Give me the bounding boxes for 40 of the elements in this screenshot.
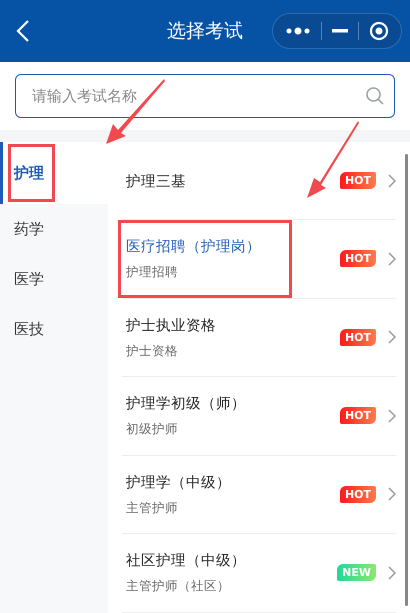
exam-item[interactable]: 护理学初级（师） 初级护师 HOT (122, 377, 396, 456)
search-icon[interactable] (365, 86, 385, 106)
exam-item[interactable]: 社区护理（中级） 主管护师（社区） NEW (122, 534, 396, 612)
chevron-right-icon (388, 408, 396, 423)
exam-title: 医疗招聘（护理岗） (126, 238, 261, 256)
category-item[interactable]: 医学 (0, 254, 108, 304)
page-title: 选择考试 (166, 19, 244, 44)
back-icon[interactable] (16, 19, 30, 43)
more-icon[interactable] (285, 27, 311, 35)
tag-label: HOT (340, 486, 376, 503)
chevron-right-icon (388, 252, 396, 266)
exam-subtitle: 初级护师 (126, 421, 179, 438)
category-item[interactable]: 药学 (0, 204, 108, 254)
chevron-right-icon (388, 174, 396, 188)
exam-title: 护理学（中级） (126, 474, 231, 492)
exam-title: 护理学初级（师） (126, 394, 246, 414)
minimize-icon[interactable] (332, 29, 348, 33)
category-item[interactable]: 医技 (0, 304, 108, 354)
search-field[interactable]: 请输入考试名称 (15, 74, 395, 118)
tag-label: HOT (340, 328, 376, 346)
scrollbar[interactable] (405, 154, 408, 606)
category-item[interactable]: 护理 (0, 142, 108, 204)
tag-label: HOT (340, 172, 376, 189)
chevron-right-icon (388, 330, 396, 344)
exam-item[interactable]: 医疗招聘（护理岗） 护理招聘 HOT (122, 220, 396, 298)
chevron-right-icon (388, 487, 396, 502)
close-icon[interactable] (369, 21, 389, 41)
exam-subtitle: 主管护师（社区） (126, 578, 231, 596)
exam-title: 社区护理（中级） (126, 552, 246, 570)
exam-subtitle: 护理招聘 (126, 264, 179, 282)
tag-label: NEW (337, 564, 376, 582)
tag-label: HOT (340, 407, 376, 424)
exam-item[interactable]: 护理学（中级） 主管护师 HOT (122, 456, 396, 534)
exam-title: 护理三基 (126, 172, 186, 190)
exam-title: 护士执业资格 (126, 316, 216, 335)
exam-subtitle: 护士资格 (126, 342, 179, 360)
tag-label: HOT (340, 250, 376, 268)
chevron-right-icon (388, 566, 396, 580)
exam-subtitle: 主管护师 (126, 500, 179, 517)
exam-item[interactable]: 护士执业资格 护士资格 HOT (122, 298, 396, 377)
